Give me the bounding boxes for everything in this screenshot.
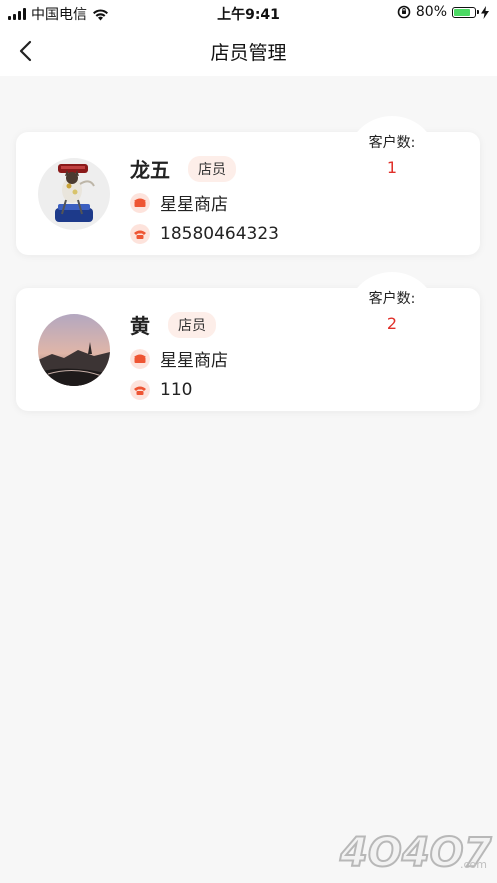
status-bar: 中国电信 上午9:41 80% [0,0,497,26]
store-row: 星星商店 [130,190,228,215]
avatar [38,314,110,386]
staff-name: 龙五 [130,158,170,182]
page-title: 店员管理 [210,42,287,64]
status-right: 80% [397,4,489,20]
customer-count-value: 1 [386,158,398,177]
phone-number: 18580464323 [160,224,279,244]
store-name: 星星商店 [160,351,228,371]
staff-card[interactable]: 客户数: 2 黄 店员 星星商店 110 [16,272,480,411]
store-icon [130,348,150,369]
phone-row: 18580464323 [130,224,279,244]
staff-name: 黄 [130,314,150,338]
phone-icon [130,380,150,400]
store-icon [130,192,150,213]
battery-icon [452,6,479,18]
phone-icon [130,224,150,244]
staff-card[interactable]: 客户数: 1 龙五 店员 星星商店 18580464323 [16,116,480,255]
store-name: 星星商店 [160,195,228,215]
charging-bolt-icon [481,5,489,19]
customer-count-label: 客户数: [368,135,416,151]
svg-text:.com: .com [460,858,487,871]
battery-level-fill [454,8,470,16]
role-badge: 店员 [188,156,236,182]
nav-bar: 店员管理 [0,26,497,76]
role-badge: 店员 [168,312,216,338]
watermark-logo: 4O4O7 .com [338,829,493,877]
avatar [38,158,110,230]
battery-percent: 80% [415,4,447,20]
store-row: 星星商店 [130,346,228,371]
customer-count-value: 2 [386,314,398,333]
phone-number: 110 [160,380,193,400]
customer-count-label: 客户数: [368,291,416,307]
phone-row: 110 [130,380,192,400]
orientation-lock-icon [397,5,411,19]
